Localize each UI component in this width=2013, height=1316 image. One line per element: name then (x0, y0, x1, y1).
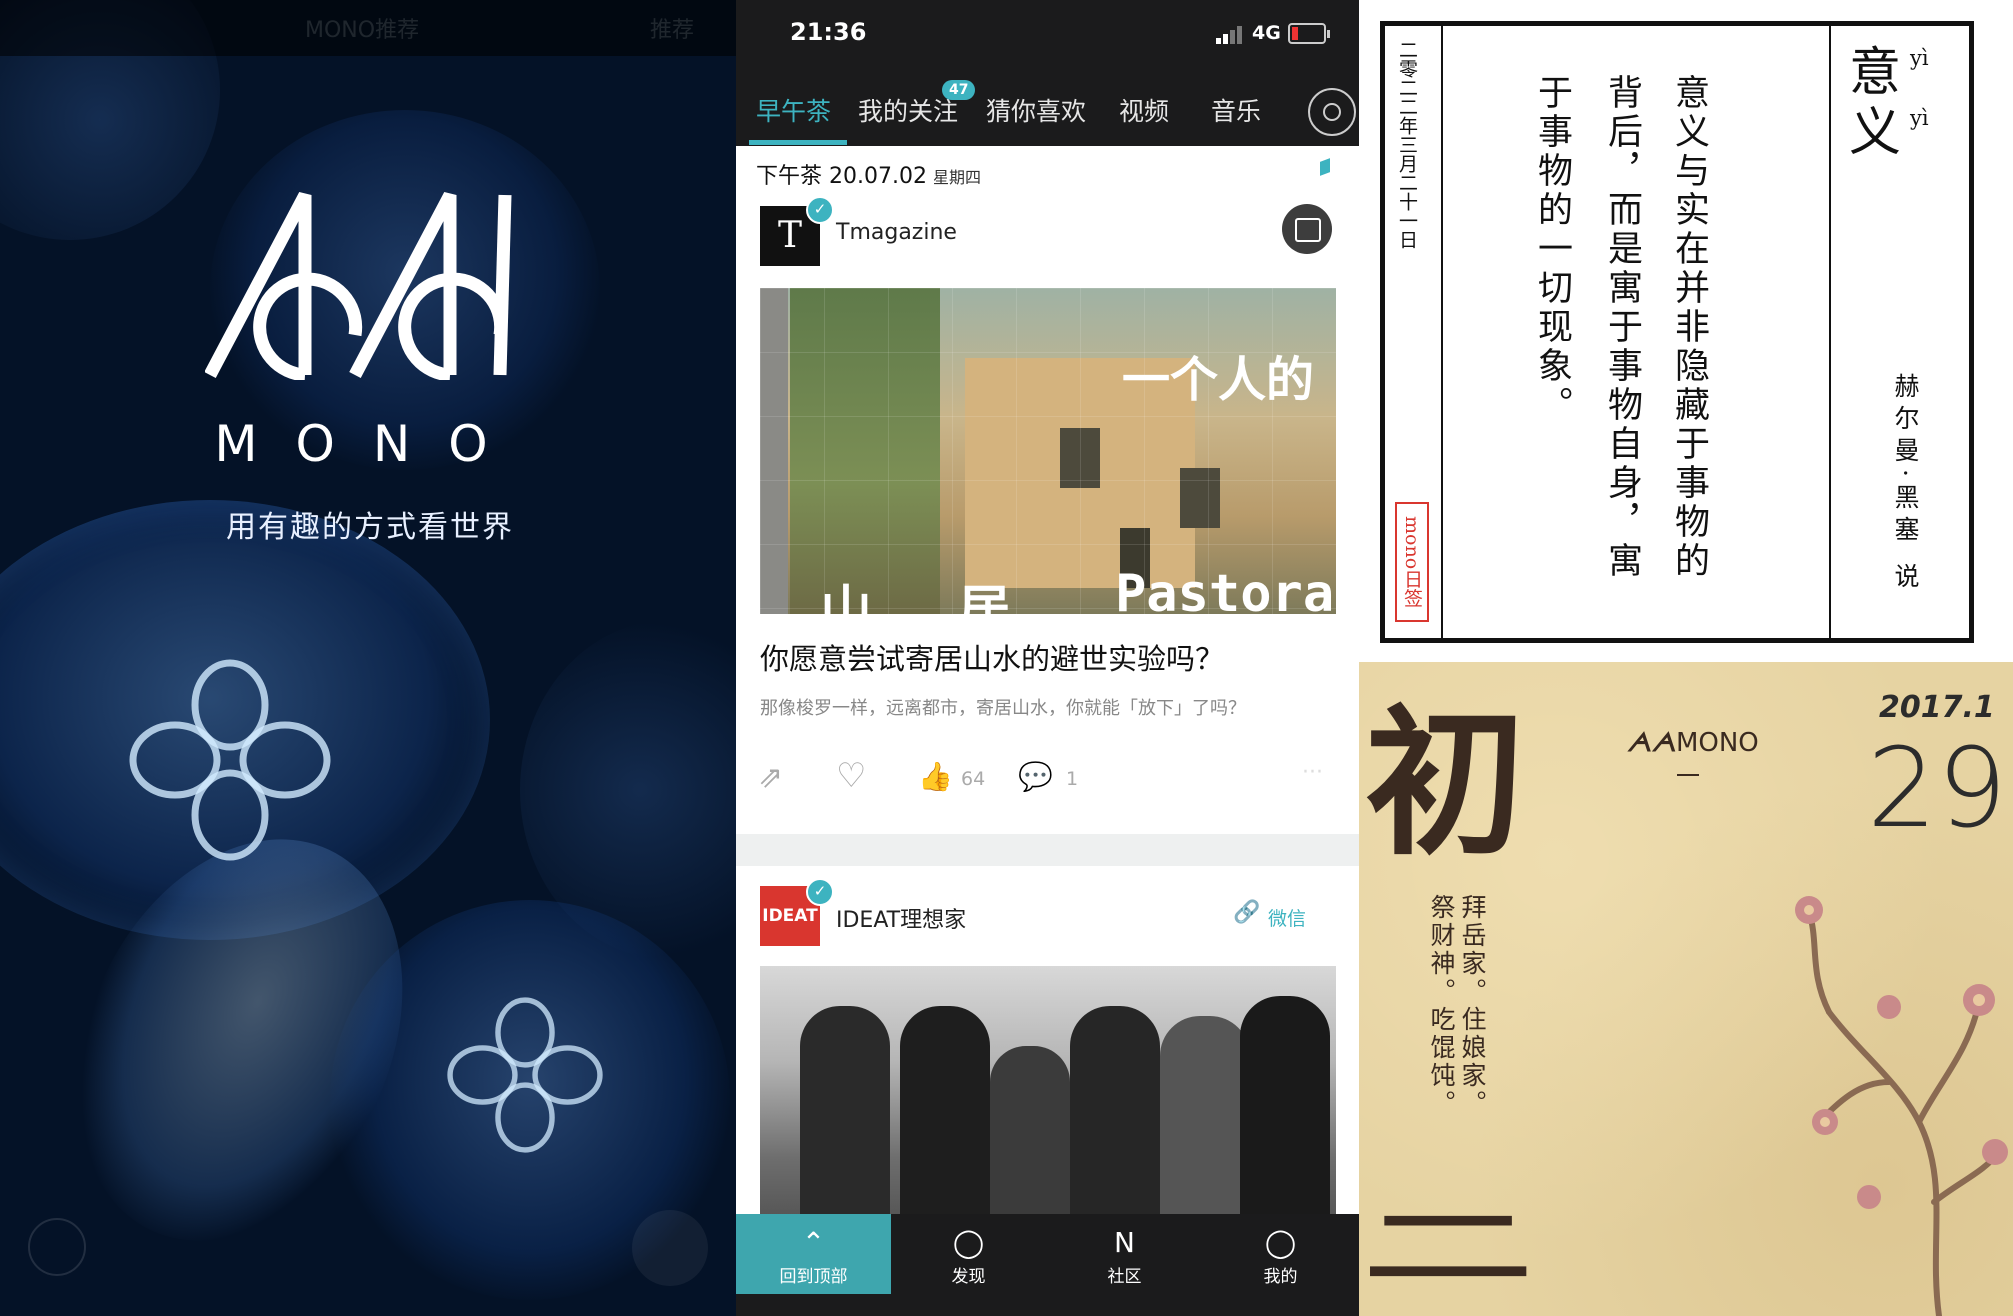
comment-icon[interactable]: 💬 (1018, 760, 1053, 793)
music-disc-icon[interactable] (1308, 88, 1356, 136)
article-title[interactable]: 你愿意尝试寄居山水的避世实验吗？ (760, 636, 1224, 678)
verified-icon: ✓ (806, 878, 834, 906)
nav-back-to-top[interactable]: ⌃ 回到顶部 (736, 1214, 891, 1294)
article-subtitle: 那像梭罗一样，远离都市，寄居山水，你就能「放下」了吗？ (760, 698, 1246, 719)
calendar-icon[interactable] (1282, 204, 1332, 254)
thumbs-up-icon[interactable]: 👍 (918, 760, 953, 793)
daily-quote-card: 二零二二年三月二十一日 mono日签 意义与实在并非隐藏于事物的 背后，而是寓于… (1359, 0, 2013, 662)
active-tab-indicator (749, 140, 847, 145)
topbar-title: MONO推荐 (305, 18, 420, 43)
network-label: 4G (1252, 22, 1281, 44)
quote-text: 背后，而是寓于事物自身，寓 (1602, 74, 1642, 581)
share-icon[interactable]: ⇗ (758, 760, 783, 795)
comment-count: 1 (1066, 768, 1079, 790)
custom-text: 祭财神。吃馄饨。 (1427, 894, 1456, 1118)
calendar-day: 29 (1867, 724, 2007, 852)
article-actions: ⇗ ♡ 👍 64 💬 1 ··· (736, 756, 1359, 810)
jellyfish-flower-pattern (447, 997, 603, 1153)
mono-logo-icon (205, 191, 512, 380)
discover-icon: ◯ (952, 1226, 985, 1259)
author-name[interactable]: Tmagazine (836, 220, 957, 245)
quote-date: 二零二二年三月二十一日 (1396, 40, 1418, 249)
verified-icon: ✓ (806, 196, 834, 224)
jellyfish-flower-pattern (129, 659, 331, 861)
nav-community[interactable]: N 社区 (1047, 1214, 1202, 1294)
signal-icon (1216, 38, 1221, 44)
clock: 21:36 (790, 18, 867, 46)
topbar-right: 推荐 (650, 18, 695, 43)
custom-text: 拜岳家。住娘家。 (1458, 894, 1487, 1118)
chevron-up-icon: ⌃ (801, 1226, 826, 1259)
slogan: 用有趣的方式看世界 (226, 510, 514, 545)
headword-char: 义 (1849, 103, 1902, 163)
follow-count-badge: 47 (942, 80, 976, 100)
tab-video[interactable]: 视频 (1119, 92, 1169, 128)
splash-screen: MONO推荐 推荐 MONO 用有趣的方式看世界 (0, 0, 736, 1316)
plum-blossom-illustration (1795, 896, 2008, 1316)
skip-circle[interactable] (28, 1218, 86, 1276)
more-icon[interactable]: ··· (1302, 760, 1323, 785)
tab-guess-you-like[interactable]: 猜你喜欢 (986, 92, 1086, 128)
quote-text: 于事物的一切现象。 (1532, 74, 1572, 425)
link-icon: 🔗 (1233, 900, 1261, 925)
pinyin: yì (1910, 46, 1929, 70)
bookmark-icon[interactable] (1320, 158, 1330, 176)
lunar-calendar-card: 初 二 ᗅᗅMONO 2017.1 29 拜岳家。住娘家。 祭财神。吃馄饨。 (1359, 662, 2013, 1316)
mono-seal: mono日签 (1395, 502, 1429, 622)
cover-text: 山 (820, 581, 873, 614)
like-count: 64 (961, 768, 986, 790)
bottom-nav: ⌃ 回到顶部 ◯ 发现 N 社区 ◯ 我的 (736, 1214, 1359, 1316)
cover-text: 居 (958, 581, 1011, 614)
author-name[interactable]: IDEAT理想家 (836, 902, 966, 934)
battery-icon (1288, 23, 1330, 44)
mono-logo: ᗅᗅMONO (1627, 728, 1759, 758)
quote-text: 意义与实在并非隐藏于事物的 (1669, 74, 1709, 581)
date-header: 下午茶 20.07.02 星期四 (756, 164, 981, 189)
status-bar: 21:36 4G (736, 0, 1359, 70)
profile-icon: ◯ (1264, 1226, 1297, 1259)
article-cover-image[interactable]: 一个人的 山 居 Pastoral (760, 288, 1336, 614)
tab-music[interactable]: 音乐 (1211, 92, 1261, 128)
tab-zaowucha[interactable]: 早午茶 (756, 92, 831, 128)
tab-bar: 早午茶 我的关注 猜你喜欢 视频 音乐 (736, 70, 1359, 146)
nav-me[interactable]: ◯ 我的 (1203, 1214, 1358, 1294)
pinyin: yì (1910, 106, 1929, 130)
feed-screen: 21:36 4G 早午茶 我的关注 猜你喜欢 视频 音乐 47 下午茶 20.0… (736, 0, 1359, 1316)
lunar-day-char: 二 (1363, 1197, 1534, 1297)
nav-discover[interactable]: ◯ 发现 (891, 1214, 1046, 1294)
article-card[interactable]: 下午茶 20.07.02 星期四 T ✓ Tmagazine 一个人的 山 居 P… (736, 146, 1359, 834)
cover-headline: 一个人的 (1122, 352, 1315, 408)
tab-my-follow[interactable]: 我的关注 (858, 92, 958, 128)
heart-icon[interactable]: ♡ (836, 756, 866, 796)
calendar-month: 2017.1 (1879, 690, 1995, 725)
cover-text: Pastoral (1115, 564, 1336, 614)
community-icon: N (1114, 1226, 1135, 1259)
splash-topbar: MONO推荐 推荐 (0, 0, 736, 56)
source-label[interactable]: 微信 (1268, 904, 1306, 931)
share-icon[interactable] (632, 1210, 708, 1286)
lunar-day-char: 初 (1365, 689, 1526, 877)
quote-attribution: 赫尔曼·黑塞 说 (1891, 373, 1920, 595)
brand-wordmark: MONO (214, 415, 526, 473)
